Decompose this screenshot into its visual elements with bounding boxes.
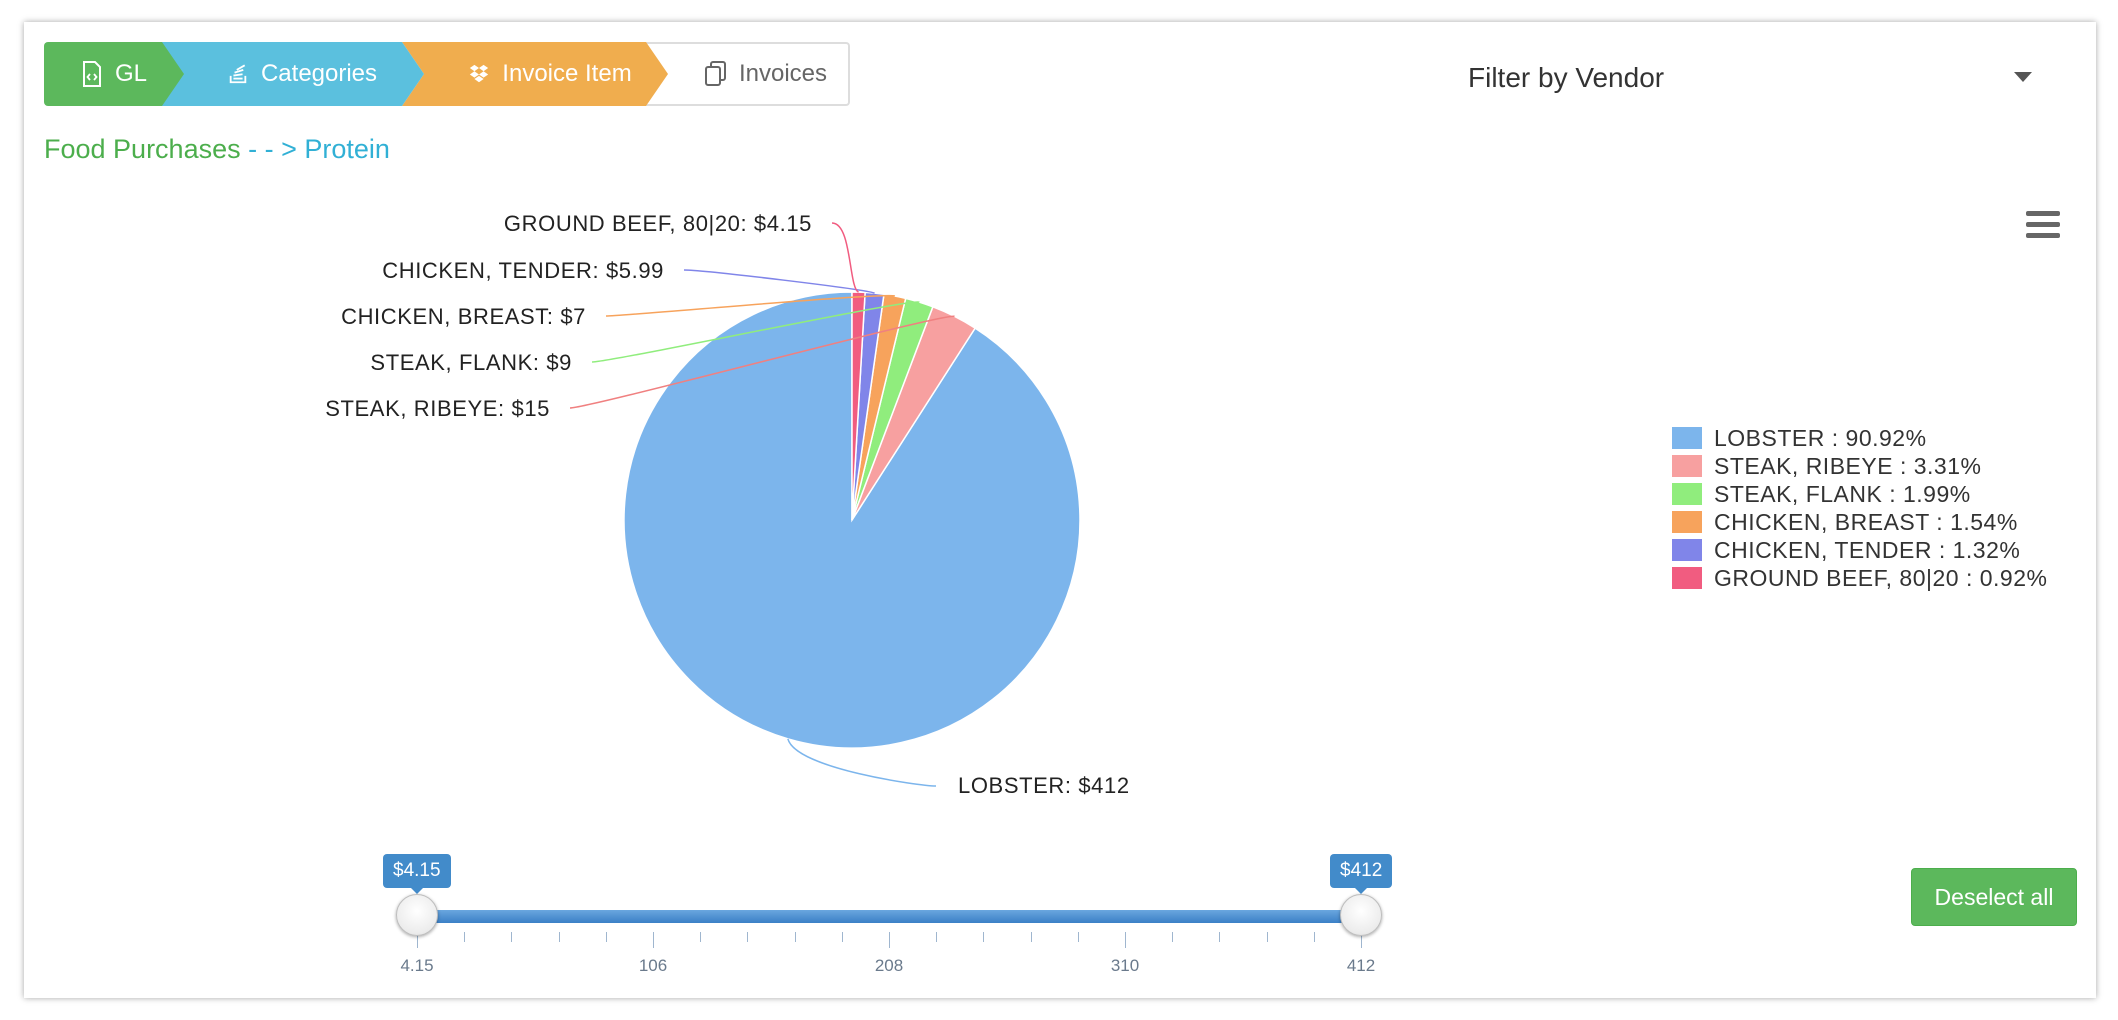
legend-item[interactable]: STEAK, RIBEYE : 3.31% xyxy=(1672,452,2047,480)
deselect-all-button[interactable]: Deselect all xyxy=(1911,868,2077,926)
chart-menu-icon[interactable] xyxy=(2020,204,2066,244)
legend-label: STEAK, FLANK : 1.99% xyxy=(1714,480,1971,507)
slider-tick xyxy=(1077,932,1079,942)
slider-tick xyxy=(1172,932,1174,942)
legend-item[interactable]: LOBSTER : 90.92% xyxy=(1672,424,2047,452)
pie-slices xyxy=(623,291,1081,749)
legend-label: CHICKEN, BREAST : 1.54% xyxy=(1714,508,2018,535)
pie-data-label: CHICKEN, TENDER: $5.99 xyxy=(382,258,664,283)
legend-item[interactable]: CHICKEN, BREAST : 1.54% xyxy=(1672,508,2047,536)
slider-tick xyxy=(1313,932,1315,942)
legend-swatch xyxy=(1672,511,1702,533)
range-slider-high-handle[interactable] xyxy=(1340,894,1382,936)
legend-item[interactable]: CHICKEN, TENDER : 1.32% xyxy=(1672,536,2047,564)
legend-label: GROUND BEEF, 80|20 : 0.92% xyxy=(1714,564,2048,591)
slider-tick xyxy=(841,932,843,942)
legend-label: CHICKEN, TENDER : 1.32% xyxy=(1714,536,2021,563)
slider-tick xyxy=(464,932,466,942)
pie-data-label: LOBSTER: $412 xyxy=(958,773,1130,798)
slider-tick-label: 4.15 xyxy=(400,956,434,975)
slider-tick-label: 208 xyxy=(874,956,904,975)
legend-item[interactable]: STEAK, FLANK : 1.99% xyxy=(1672,480,2047,508)
legend-swatch xyxy=(1672,539,1702,561)
slider-tick xyxy=(558,932,560,942)
pie-data-label: CHICKEN, BREAST: $7 xyxy=(341,304,586,329)
legend-swatch xyxy=(1672,483,1702,505)
slider-tick xyxy=(1030,932,1032,942)
slider-tick xyxy=(1125,932,1126,948)
pie-data-label: GROUND BEEF, 80|20: $4.15 xyxy=(504,211,812,236)
slider-tick xyxy=(794,932,796,942)
legend-swatch xyxy=(1672,427,1702,449)
slider-tick xyxy=(1266,932,1268,942)
legend-label: LOBSTER : 90.92% xyxy=(1714,424,1927,451)
range-slider-low-handle[interactable] xyxy=(396,894,438,936)
legend-swatch xyxy=(1672,455,1702,477)
slider-tick xyxy=(605,932,607,942)
slider-tick-label: 106 xyxy=(638,956,668,975)
slider-tick xyxy=(983,932,985,942)
slider-tick xyxy=(889,932,890,948)
legend-swatch xyxy=(1672,567,1702,589)
chart-legend: LOBSTER : 90.92% STEAK, RIBEYE : 3.31% STE… xyxy=(1672,424,2047,592)
range-slider-high-value: $412 xyxy=(1330,854,1393,894)
pie-label-connector xyxy=(831,222,860,293)
slider-tick xyxy=(653,932,654,948)
slider-tick xyxy=(700,932,702,942)
slider-tick xyxy=(747,932,749,942)
range-slider-low-value: $4.15 xyxy=(383,854,451,894)
legend-label: STEAK, RIBEYE : 3.31% xyxy=(1714,452,1982,479)
pie-data-label: STEAK, FLANK: $9 xyxy=(370,350,572,375)
slider-tick-label: 310 xyxy=(1110,956,1140,975)
slider-tick-label: 412 xyxy=(1346,956,1376,975)
slider-tick xyxy=(936,932,938,942)
range-slider-track[interactable] xyxy=(417,910,1361,923)
legend-item[interactable]: GROUND BEEF, 80|20 : 0.92% xyxy=(1672,564,2047,592)
pie-label-connector xyxy=(683,269,875,294)
pie-data-label: STEAK, RIBEYE: $15 xyxy=(325,396,550,421)
slider-tick xyxy=(1219,932,1221,942)
slider-tick xyxy=(511,932,513,942)
